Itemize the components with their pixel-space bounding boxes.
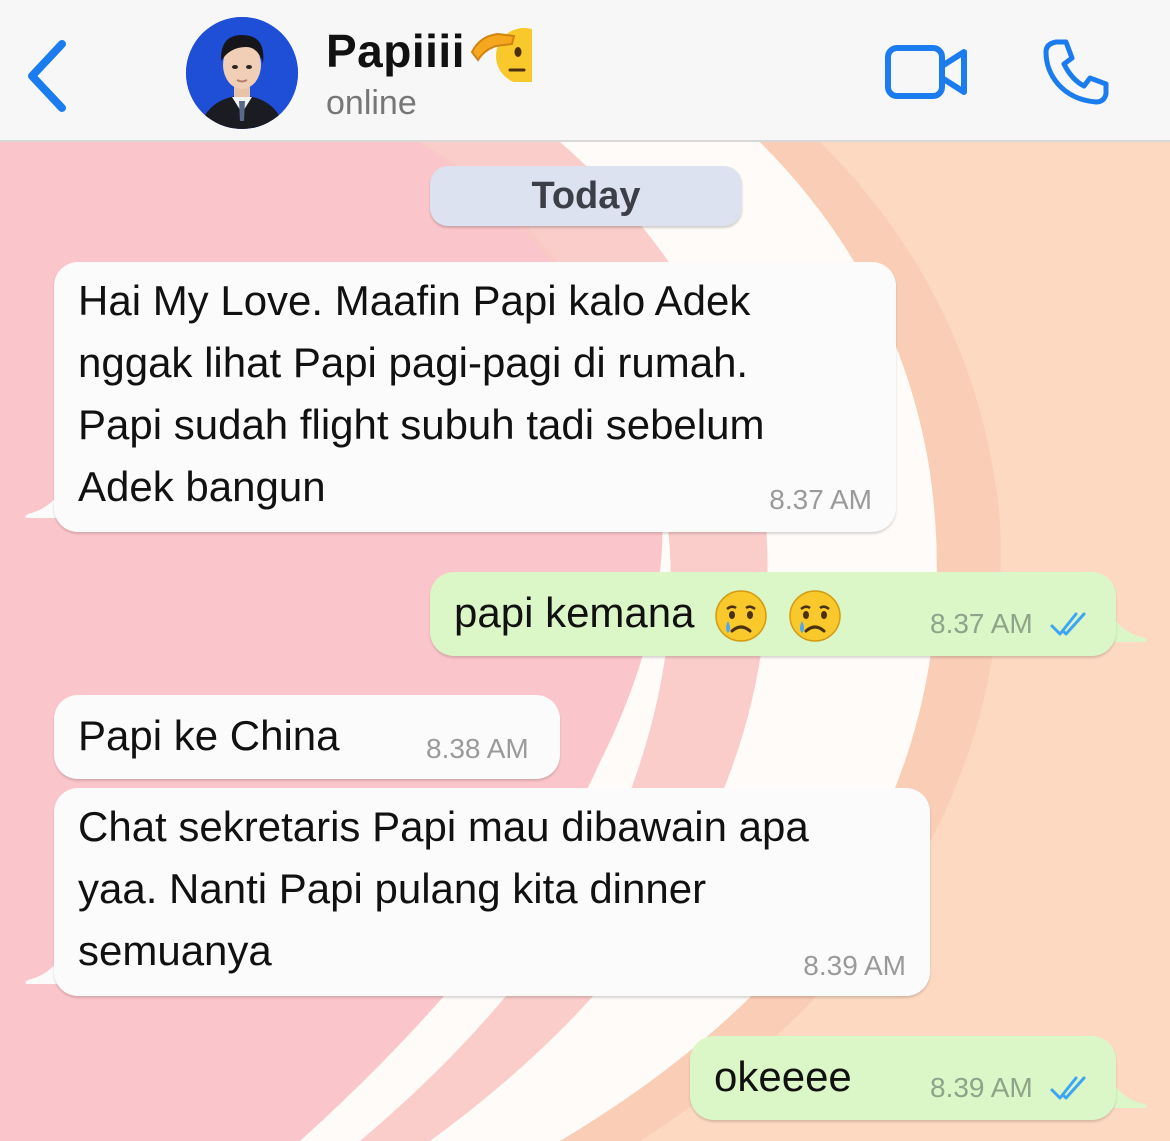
read-receipt-icon xyxy=(1050,612,1086,636)
message-time: 8.38 AM xyxy=(426,733,529,764)
incoming-message[interactable]: Chat sekretaris Papi mau dibawain apa ya… xyxy=(54,788,930,996)
contact-name[interactable]: Papiiii xyxy=(326,24,465,78)
phone-icon xyxy=(1043,39,1109,105)
contact-avatar[interactable] xyxy=(186,17,298,129)
video-call-button[interactable] xyxy=(884,42,970,102)
voice-call-button[interactable] xyxy=(1040,36,1112,108)
message-text: nggak lihat Papi pagi-pagi di rumah. xyxy=(78,339,749,386)
message-time: 8.39 AM xyxy=(803,950,906,981)
message-text: Hai My Love. Maafin Papi kalo Adek xyxy=(78,277,751,324)
read-receipt-icon xyxy=(1050,1076,1086,1100)
message-text: papi kemana xyxy=(454,589,695,636)
message-text-row: papi kemana xyxy=(454,582,842,644)
date-separator: Today xyxy=(430,166,742,226)
crying-face-icon xyxy=(789,590,841,642)
chat-header: Papiiii online xyxy=(0,0,1170,142)
crying-face-icon xyxy=(715,590,767,642)
message-text: okeeee xyxy=(714,1053,852,1100)
message-text: Papi sudah flight subuh tadi sebelum xyxy=(78,401,765,448)
message-time: 8.39 AM xyxy=(930,1072,1033,1103)
outgoing-message[interactable]: okeeee 8.39 AM xyxy=(690,1036,1116,1120)
bubble-tail xyxy=(1110,1078,1147,1108)
message-text: Adek bangun xyxy=(78,463,326,510)
bubble-tail xyxy=(1110,612,1147,642)
back-button[interactable] xyxy=(18,36,78,116)
message-text: semuanya xyxy=(78,927,272,974)
incoming-message[interactable]: Papi ke China 8.38 AM xyxy=(54,695,560,779)
avatar-portrait-icon xyxy=(186,17,298,129)
message-time: 8.37 AM xyxy=(769,484,872,515)
outgoing-message[interactable]: papi kemana 8.37 AM xyxy=(430,572,1116,656)
chevron-left-icon xyxy=(28,40,66,112)
saluting-face-icon xyxy=(470,22,532,82)
message-text: Papi ke China xyxy=(78,712,340,759)
message-text: yaa. Nanti Papi pulang kita dinner xyxy=(78,865,707,912)
contact-status: online xyxy=(326,84,417,122)
message-time: 8.37 AM xyxy=(930,608,1033,639)
video-camera-icon xyxy=(885,45,967,99)
incoming-message[interactable]: Hai My Love. Maafin Papi kalo Adek nggak… xyxy=(54,262,896,532)
message-text: Chat sekretaris Papi mau dibawain apa xyxy=(78,803,809,850)
